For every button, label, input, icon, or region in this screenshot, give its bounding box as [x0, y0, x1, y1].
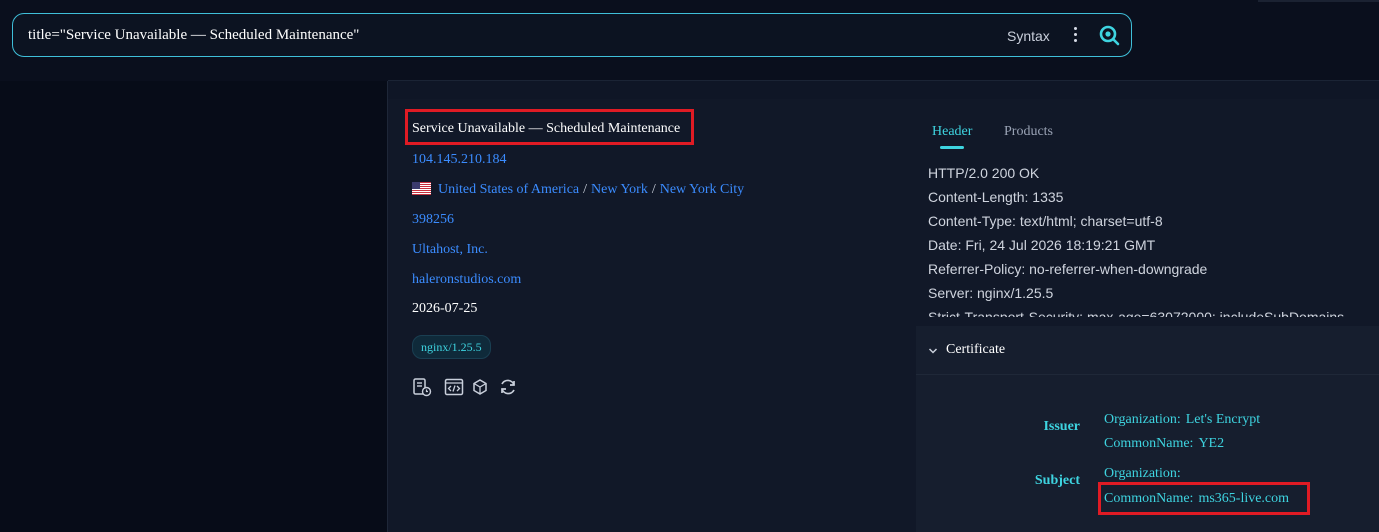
code-icon[interactable]	[444, 377, 464, 397]
search-input[interactable]: title="Service Unavailable — Scheduled M…	[28, 27, 359, 44]
ip-link[interactable]: 104.145.210.184	[412, 152, 507, 168]
header-line: Date: Fri, 24 Jul 2026 18:19:21 GMT	[928, 237, 1156, 253]
location: United States of America / New York / New Yo…	[438, 182, 744, 198]
region-link[interactable]: New York	[591, 182, 648, 197]
report-clock-icon[interactable]	[412, 377, 432, 397]
highlight-box-title	[405, 109, 694, 145]
issuer-organization: Organization: Let's Encrypt	[1104, 412, 1261, 427]
chevron-down-icon[interactable]	[927, 345, 939, 357]
http-header-list: HTTP/2.0 200 OK Content-Length: 1335 Con…	[928, 163, 1368, 317]
refresh-icon[interactable]	[498, 377, 518, 397]
top-edge-strip	[1258, 0, 1379, 2]
issuer-common-name: CommonName: YE2	[1104, 436, 1225, 451]
highlight-box-common-name	[1098, 482, 1310, 515]
cube-icon[interactable]	[472, 377, 488, 397]
subject-label: Subject	[1034, 473, 1080, 488]
asn-link[interactable]: 398256	[412, 212, 454, 228]
tab-header[interactable]: Header	[932, 124, 972, 140]
result-header-bar	[388, 81, 1379, 100]
subject-organization: Organization:	[1104, 466, 1181, 481]
last-seen-date: 2026-07-25	[412, 301, 478, 316]
header-line: HTTP/2.0 200 OK	[928, 165, 1040, 181]
tab-products[interactable]: Products	[1004, 124, 1053, 140]
location-separator: /	[651, 182, 656, 197]
header-line: Content-Type: text/html; charset=utf-8	[928, 213, 1163, 229]
issuer-label: Issuer	[1043, 419, 1080, 434]
certificate-label[interactable]: Certificate	[946, 342, 1005, 358]
header-line: Content-Length: 1335	[928, 189, 1064, 205]
us-flag-icon	[412, 182, 431, 195]
domain-link[interactable]: haleronstudios.com	[412, 272, 521, 288]
header-line: Server: nginx/1.25.5	[928, 285, 1054, 301]
location-separator: /	[583, 182, 588, 197]
country-link[interactable]: United States of America	[438, 182, 579, 197]
header-line: Referrer-Policy: no-referrer-when-downgr…	[928, 261, 1208, 277]
city-link[interactable]: New York City	[660, 182, 744, 197]
active-tab-indicator	[940, 146, 964, 149]
left-sidebar	[0, 81, 387, 532]
product-tag[interactable]: nginx/1.25.5	[412, 335, 491, 359]
search-icon[interactable]	[1098, 24, 1120, 46]
search-bar[interactable]: title="Service Unavailable — Scheduled M…	[12, 13, 1132, 57]
syntax-button[interactable]: Syntax	[1007, 28, 1050, 44]
organization-link[interactable]: Ultahost, Inc.	[412, 242, 488, 258]
header-line: Strict-Transport-Security: max-age=63072…	[928, 309, 1345, 317]
more-options-icon[interactable]	[1071, 27, 1079, 45]
